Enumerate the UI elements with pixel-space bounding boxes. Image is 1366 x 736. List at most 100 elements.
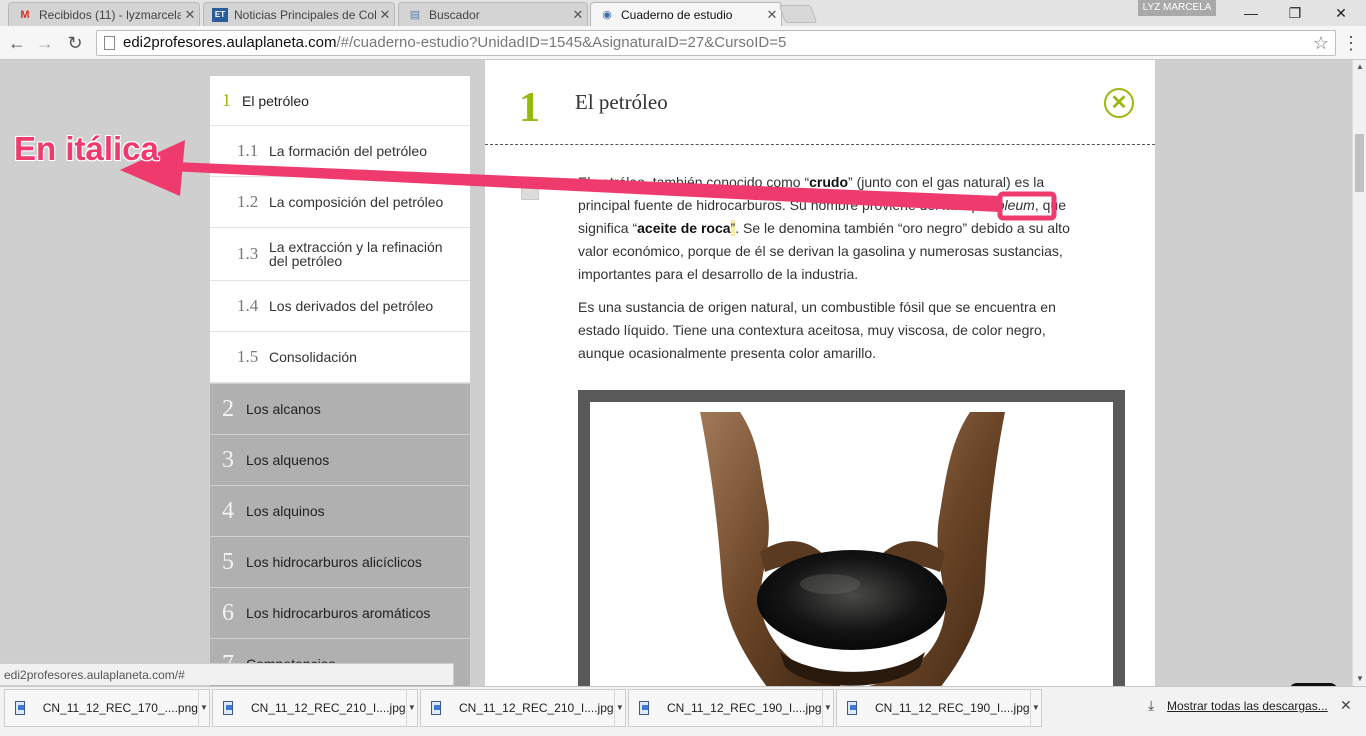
scroll-up-arrow-icon[interactable]: ▲ <box>1353 60 1366 74</box>
bookmark-marker-icon[interactable] <box>521 184 539 200</box>
minimize-icon[interactable]: — <box>1228 0 1274 26</box>
tab-noticias[interactable]: ET Noticias Principales de Col ✕ <box>203 2 395 26</box>
bold-term: aceite de roca <box>637 220 731 236</box>
download-item[interactable]: CN_11_12_REC_190_I....jpg ▼ <box>628 689 834 727</box>
tab-strip: M Recibidos (11) - lyzmarcela ✕ ET Notic… <box>0 0 1366 26</box>
toc-label: La composición del petróleo <box>269 194 444 210</box>
toc-label: El petróleo <box>242 92 309 109</box>
browser-toolbar: ← → ↻ edi2profesores.aulaplaneta.com/#/c… <box>0 26 1366 60</box>
toc-label: La extracción y la refinación del petról… <box>269 239 443 269</box>
tab-cuaderno[interactable]: ◉ Cuaderno de estudio ✕ <box>590 2 782 26</box>
page-title: El petróleo <box>575 90 668 114</box>
url-host: edi2profesores.aulaplaneta.com <box>123 34 337 51</box>
download-item[interactable]: CN_11_12_REC_210_I....jpg ▼ <box>212 689 418 727</box>
image-file-icon <box>223 701 234 715</box>
back-arrow-icon[interactable]: ← <box>6 32 28 54</box>
chevron-down-icon[interactable]: ▼ <box>197 689 209 727</box>
chevron-down-icon[interactable]: ▼ <box>821 689 833 727</box>
toc-number: 1.5 <box>237 347 259 366</box>
toc-number: 5 <box>222 548 234 575</box>
figure-frame <box>578 390 1125 686</box>
toc-unit-4[interactable]: 4 Los alquinos <box>210 486 470 536</box>
toc-subsection[interactable]: 1.5 Consolidación <box>210 332 470 383</box>
news-icon: ET <box>212 7 228 22</box>
toc-number: 6 <box>222 599 234 626</box>
image-file-icon <box>639 701 650 715</box>
close-tab-icon[interactable]: ✕ <box>763 7 781 23</box>
bookmark-star-icon[interactable]: ☆ <box>1313 31 1329 55</box>
address-bar[interactable]: edi2profesores.aulaplaneta.com/#/cuadern… <box>96 30 1336 56</box>
toc-subsection[interactable]: 1.1 La formación del petróleo <box>210 126 470 177</box>
image-file-icon <box>431 701 442 715</box>
scroll-down-arrow-icon[interactable]: ▼ <box>1353 672 1366 686</box>
vertical-scrollbar[interactable]: ▲ ▼ <box>1352 60 1366 686</box>
page-icon: ▤ <box>409 9 421 21</box>
toc-number: 1 <box>222 90 231 110</box>
oil-hands-image <box>590 402 1113 686</box>
download-filename: CN_11_12_REC_170_....png <box>42 701 198 715</box>
text-run: El petróleo, también conocido como “ <box>578 174 810 190</box>
toc-number: 1.1 <box>237 141 259 160</box>
toc-label: Los hidrocarburos alicíclicos <box>246 554 422 570</box>
scrollbar-thumb[interactable] <box>1355 134 1364 192</box>
show-all-downloads-link[interactable]: Mostrar todas las descargas... <box>1167 699 1328 713</box>
toc-subsection[interactable]: 1.2 La composición del petróleo <box>210 177 470 228</box>
globe-icon: ◉ <box>602 9 612 21</box>
lesson-panel: 1 El petróleo ✕ El petróleo, también con… <box>485 60 1155 686</box>
toc-label: Los alquinos <box>246 503 325 519</box>
toc-label: Los derivados del petróleo <box>269 298 434 314</box>
download-filename: CN_11_12_REC_210_I....jpg <box>251 701 406 715</box>
forward-arrow-icon[interactable]: → <box>34 32 56 54</box>
close-window-icon[interactable]: ✕ <box>1318 0 1364 26</box>
page-info-icon[interactable] <box>104 36 115 50</box>
chevron-down-icon[interactable]: ▼ <box>1029 689 1041 727</box>
image-file-icon <box>15 701 25 715</box>
toc-unit-6[interactable]: 6 Los hidrocarburos aromáticos <box>210 588 470 638</box>
close-tab-icon[interactable]: ✕ <box>569 7 587 23</box>
download-filename: CN_11_12_REC_190_I....jpg <box>667 701 822 715</box>
profile-badge[interactable]: LYZ MARCELA <box>1138 0 1216 16</box>
toc-unit-1[interactable]: 1 El petróleo <box>210 76 470 126</box>
toc-number: 1.2 <box>237 192 259 211</box>
menu-icon[interactable]: ⋮ <box>1342 34 1360 52</box>
toc-number: 4 <box>222 497 234 524</box>
close-tab-icon[interactable]: ✕ <box>181 7 199 23</box>
tab-label: Buscador <box>429 7 480 22</box>
toc-label: Los hidrocarburos aromáticos <box>246 605 431 621</box>
chevron-down-icon[interactable]: ▼ <box>405 689 417 727</box>
toc-unit-2[interactable]: 2 Los alcanos <box>210 384 470 434</box>
toc-label: La formación del petróleo <box>269 143 427 159</box>
toc-subsection[interactable]: 1.3 La extracción y la refinación del pe… <box>210 228 470 281</box>
hands-illustration <box>700 412 1005 686</box>
paragraph-1: El petróleo, también conocido como “crud… <box>578 171 1078 286</box>
tab-label: Cuaderno de estudio <box>621 7 733 22</box>
reload-icon[interactable]: ↻ <box>64 32 86 54</box>
study-index-sidebar: 1 El petróleo 1.1 La formación del petró… <box>210 76 470 686</box>
close-shelf-icon[interactable]: ✕ <box>1340 697 1352 714</box>
download-item[interactable]: CN_11_12_REC_210_I....jpg ▼ <box>420 689 626 727</box>
download-item[interactable]: CN_11_12_REC_170_....png ▼ <box>4 689 210 727</box>
status-bar-url: edi2profesores.aulaplaneta.com/# <box>0 663 454 685</box>
download-filename: CN_11_12_REC_190_I....jpg <box>875 701 1030 715</box>
italic-term: petroleum <box>972 197 1035 213</box>
restore-icon[interactable]: ❐ <box>1272 0 1318 26</box>
unit-number: 1 <box>519 85 540 131</box>
gmail-icon: M <box>20 8 30 21</box>
tab-label: Recibidos (11) - lyzmarcela <box>39 7 181 22</box>
toc-unit-5[interactable]: 5 Los hidrocarburos alicíclicos <box>210 537 470 587</box>
download-item[interactable]: CN_11_12_REC_190_I....jpg ▼ <box>836 689 1042 727</box>
toc-subsection[interactable]: 1.4 Los derivados del petróleo <box>210 281 470 332</box>
tab-label: Noticias Principales de Col <box>234 7 376 22</box>
toc-number: 1.4 <box>237 296 259 315</box>
tab-gmail[interactable]: M Recibidos (11) - lyzmarcela ✕ <box>8 2 200 26</box>
chevron-down-icon[interactable]: ▼ <box>613 689 625 727</box>
paragraph-2: Es una sustancia de origen natural, un c… <box>578 299 1056 361</box>
close-circle-icon[interactable]: ✕ <box>1104 88 1134 118</box>
toc-unit-3[interactable]: 3 Los alquenos <box>210 435 470 485</box>
image-file-icon <box>847 701 858 715</box>
tab-buscador[interactable]: ▤ Buscador ✕ <box>398 2 588 26</box>
toc-number: 3 <box>222 446 234 473</box>
new-tab-button[interactable] <box>778 5 818 23</box>
close-tab-icon[interactable]: ✕ <box>376 7 394 23</box>
toc-label: Los alquenos <box>246 452 330 468</box>
